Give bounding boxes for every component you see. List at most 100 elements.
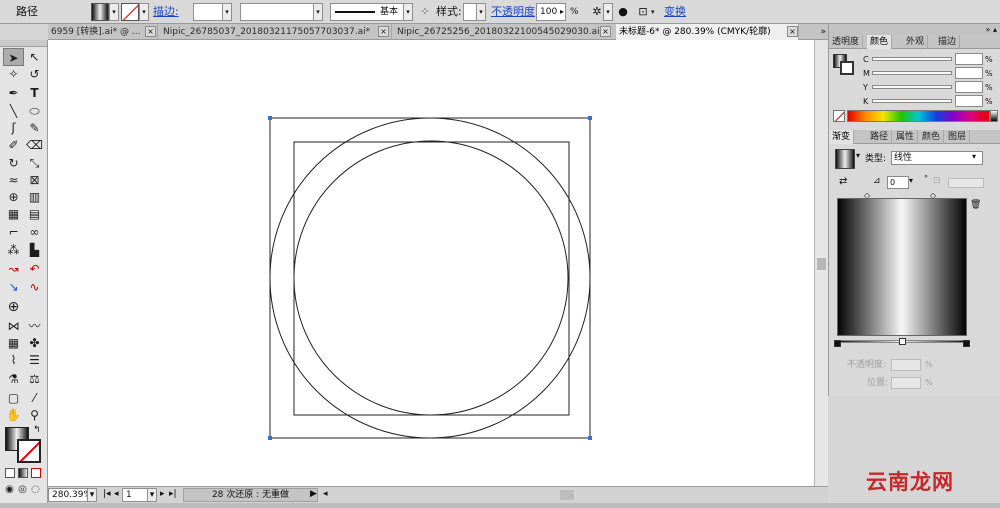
close-icon[interactable]: × — [787, 26, 798, 37]
inner-square[interactable] — [293, 141, 570, 416]
gradient-preview[interactable] — [837, 198, 967, 336]
gradient-mode-icon[interactable] — [18, 468, 28, 478]
trash-icon[interactable]: 🗑 — [970, 200, 981, 210]
pencil-tool-icon[interactable]: ✎ — [24, 119, 45, 137]
vertical-scrollbar[interactable] — [814, 40, 828, 486]
lasso-tool-icon[interactable]: ↺ — [24, 65, 45, 83]
curvature-tool-icon[interactable]: ↶ — [24, 260, 45, 278]
gradient-thumbnail-dropdown[interactable]: ▾ — [856, 151, 860, 160]
channel-c-slider[interactable] — [872, 57, 952, 61]
transform-panel-link[interactable]: 变换 — [664, 3, 686, 21]
recolor-dropdown[interactable]: ▾ — [603, 3, 613, 21]
brush-definition-dropdown[interactable]: ▾ — [403, 3, 413, 21]
none-mode-icon[interactable] — [31, 468, 41, 478]
artboard-canvas[interactable] — [48, 40, 814, 486]
paintbrush-tool-icon[interactable]: ʃ — [3, 119, 24, 137]
tab-appearance[interactable]: 外观 — [903, 35, 929, 49]
draw-inside-icon[interactable]: ◌ — [29, 481, 42, 499]
shape-builder-tool-icon[interactable]: ⊕ — [3, 188, 24, 206]
inner-circle[interactable] — [293, 140, 569, 416]
bounding-handle-bottom-right[interactable] — [588, 436, 592, 440]
eraser-tool-icon[interactable]: ⌫ — [24, 136, 45, 154]
free-transform-tool-icon[interactable]: ⊠ — [24, 171, 45, 189]
tab-layers[interactable]: 图层 — [945, 130, 971, 144]
color-panel-stroke-swatch[interactable] — [840, 61, 854, 75]
close-icon[interactable]: × — [378, 26, 389, 37]
fill-stroke-control[interactable]: ↰ — [5, 425, 45, 463]
stroke-color-box[interactable] — [17, 439, 41, 463]
graphic-style-dropdown[interactable]: ▾ — [476, 3, 486, 21]
live-paint-select-icon[interactable]: ⚖ — [24, 370, 45, 388]
channel-k-value[interactable] — [955, 95, 983, 107]
tools-panel-grip[interactable] — [0, 40, 47, 47]
crosshair-tool-icon[interactable]: ⊕ — [3, 298, 24, 316]
tab-gradient[interactable]: 渐变 — [829, 130, 855, 144]
bounding-handle-top-left[interactable] — [268, 116, 272, 120]
opacity-panel-link[interactable]: 不透明度 — [491, 3, 535, 21]
reverse-gradient-icon[interactable]: ⇄ — [839, 176, 847, 187]
live-paint-bucket-icon[interactable]: ⚗ — [3, 370, 24, 388]
path-tool-red-icon[interactable]: ∿ — [24, 278, 45, 296]
artboard-number-field[interactable]: 1 — [122, 488, 148, 502]
channel-k-slider[interactable] — [872, 99, 952, 103]
swap-fill-stroke-icon[interactable]: ↰ — [33, 425, 41, 435]
channel-y-value[interactable] — [955, 81, 983, 93]
tab-document-1[interactable]: 6959 [转换].ai* @ ... — [48, 24, 158, 40]
channel-m-slider[interactable] — [872, 71, 952, 75]
gradient-stop-right[interactable] — [963, 340, 970, 347]
globe-icon[interactable]: ● — [614, 3, 632, 21]
magic-wand-tool-icon[interactable]: ✧ — [3, 65, 24, 83]
blob-brush-tool-icon[interactable]: ✐ — [3, 136, 24, 154]
bounding-handle-bottom-left[interactable] — [268, 436, 272, 440]
stroke-weight-dropdown[interactable]: ▾ — [222, 3, 232, 21]
symbol-sprayer-tool-icon[interactable]: ⁂ — [3, 241, 24, 259]
outer-circle[interactable] — [269, 117, 591, 439]
graphic-style-swatch[interactable] — [463, 3, 477, 21]
outer-square[interactable] — [269, 117, 591, 439]
line-segment-tool-icon[interactable]: ╲ — [3, 102, 24, 120]
close-icon[interactable]: × — [600, 26, 611, 37]
panel-dock-collapse[interactable]: » ▴ — [829, 24, 1000, 35]
tab-document-2[interactable]: Nipic_26785037_20180321175057703037.ai* — [160, 24, 392, 40]
mesh-tool-icon[interactable]: ▦ — [3, 205, 24, 223]
stroke-dropdown-arrow[interactable]: ▾ — [139, 3, 149, 21]
rotate-tool-icon[interactable]: ↻ — [3, 154, 24, 172]
tab-attributes[interactable]: 属性 — [893, 130, 919, 144]
status-menu-arrow[interactable]: ▶ — [310, 488, 317, 502]
prev-artboard-icon[interactable]: ◂ — [114, 488, 119, 502]
ellipse-tool-icon[interactable]: ⬭ — [24, 102, 45, 120]
hand-tool-icon[interactable]: ✋ — [3, 406, 24, 424]
direct-selection-tool-icon[interactable]: ↖ — [24, 48, 45, 66]
color-mode-icon[interactable] — [5, 468, 15, 478]
list-tool-icon[interactable]: ☰ — [24, 351, 45, 369]
color-spectrum-bar[interactable] — [847, 110, 990, 122]
stroke-panel-link[interactable]: 描边: — [153, 3, 179, 21]
angle-dropdown-icon[interactable]: ▾ — [909, 176, 913, 185]
opacity-stepper-icon[interactable]: ▸ — [560, 3, 564, 21]
tab-color-2[interactable]: 颜色 — [919, 130, 945, 144]
last-artboard-icon[interactable]: ▸| — [169, 488, 177, 502]
gradient-stop-middle[interactable] — [899, 338, 906, 345]
bounding-handle-top-right[interactable] — [588, 116, 592, 120]
scale-tool-icon[interactable]: ⤡ — [24, 154, 45, 172]
horizontal-scroll-thumb[interactable] — [560, 490, 574, 500]
variable-width-dropdown[interactable]: ▾ — [313, 3, 323, 21]
tab-color[interactable]: 颜色 — [867, 35, 893, 49]
variable-width-profile[interactable] — [240, 3, 314, 21]
type-tool-icon[interactable]: T — [24, 84, 45, 102]
channel-m-value[interactable] — [955, 67, 983, 79]
selection-tool-icon[interactable]: ➤ — [3, 48, 24, 66]
tab-transparency[interactable]: 透明度 — [829, 35, 864, 49]
gradient-tool-icon[interactable]: ▤ — [24, 205, 45, 223]
knife-tool-icon[interactable]: ⁄ — [24, 389, 45, 407]
black-white-ramp[interactable] — [990, 110, 998, 122]
none-color-icon[interactable] — [833, 110, 845, 122]
gradient-angle-input[interactable]: 0 — [887, 176, 909, 189]
align-to-dropdown[interactable]: ▾ — [651, 3, 655, 21]
channel-y-slider[interactable] — [872, 85, 952, 89]
zoom-level-field[interactable]: 280.39% — [48, 488, 88, 502]
blend-tool-icon[interactable]: ∞ — [24, 223, 45, 241]
stroke-weight-input[interactable] — [193, 3, 223, 21]
first-artboard-icon[interactable]: |◂ — [103, 488, 111, 502]
artboard-tool-icon[interactable]: ▢ — [3, 389, 24, 407]
